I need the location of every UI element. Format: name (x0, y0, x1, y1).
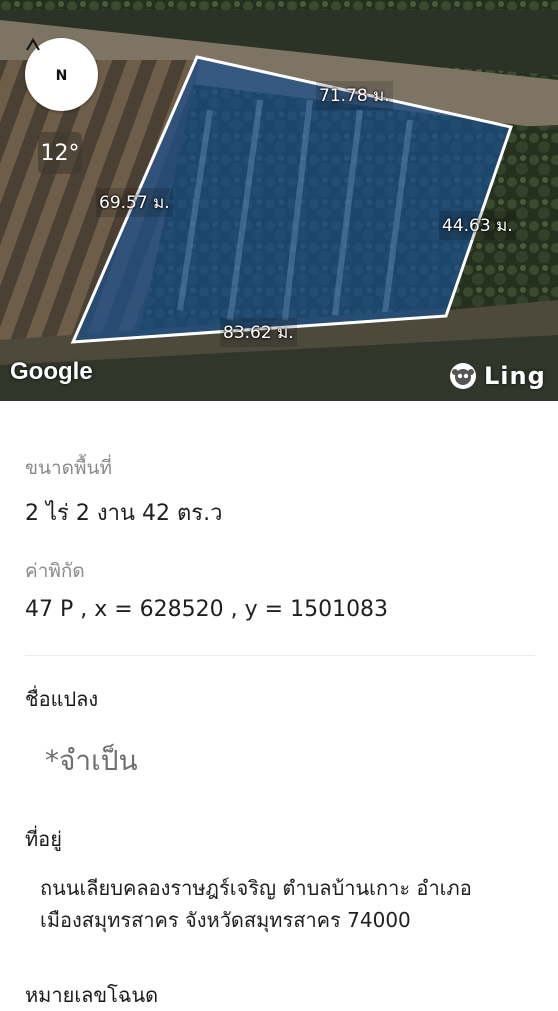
divider (25, 655, 535, 656)
area-label: ขนาดพื้นที่ (25, 457, 113, 479)
google-attribution: Google (10, 358, 93, 385)
north-arrow-icon (26, 38, 40, 51)
compass-button[interactable]: N (25, 38, 98, 111)
deed-number-label: หมายเลขโฉนด (25, 983, 159, 1007)
compass-north-label: N (55, 67, 68, 84)
coord-value: 47 P , x = 628520 , y = 1501083 (25, 597, 389, 622)
dimension-right: 44.63 ม. (439, 211, 516, 240)
dimension-bottom: 83.62 ม. (220, 318, 297, 347)
address-field[interactable]: ถนนเลียบคลองราษฎร์เจริญ ตำบลบ้านเกาะ อำเ… (40, 872, 530, 936)
map-view[interactable]: N 12° 71.78 ม. 69.57 ม. 44.63 ม. 83.62 ม… (0, 0, 558, 401)
plot-name-input[interactable]: *จำเป็น (45, 739, 138, 783)
area-value: 2 ไร่ 2 งาน 42 ตร.ว (25, 501, 223, 526)
ling-brand: Ling (450, 362, 546, 390)
ling-brand-label: Ling (484, 362, 546, 390)
ling-logo-icon (450, 363, 476, 389)
coord-label: ค่าพิกัด (25, 560, 85, 582)
address-line-2: เมืองสมุทรสาคร จังหวัดสมุทรสาคร 74000 (40, 908, 411, 932)
address-label: ที่อยู่ (25, 827, 62, 851)
address-line-1: ถนนเลียบคลองราษฎร์เจริญ ตำบลบ้านเกาะ อำเ… (40, 876, 472, 900)
plot-name-label: ชื่อแปลง (25, 687, 99, 711)
dimension-top: 71.78 ม. (316, 81, 393, 110)
rotation-indicator: 12° (38, 132, 82, 174)
dimension-left: 69.57 ม. (96, 188, 173, 217)
